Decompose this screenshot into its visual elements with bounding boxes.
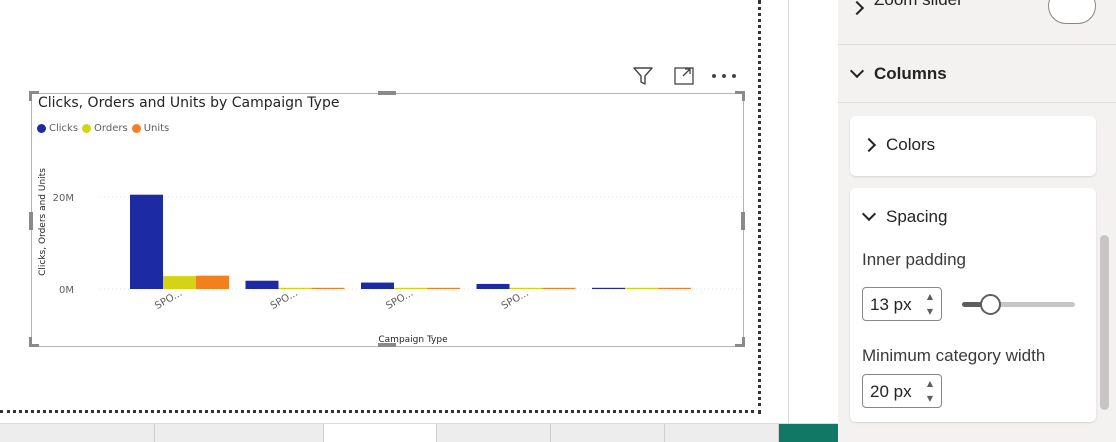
zoom-slider-section-header[interactable]: Zoom slider [849,0,963,22]
resize-handle-bottom-left-v[interactable] [29,337,32,347]
y-axis-title: Clicks, Orders and Units [38,168,48,276]
bar-orders [509,287,543,289]
divider [838,102,1116,103]
bar-clicks [476,283,510,289]
more-options-icon[interactable] [711,64,737,88]
bar-orders [163,276,196,289]
bar-orders [394,287,427,289]
spacing-label: Spacing [886,207,948,226]
bar-clicks [130,194,163,289]
min-category-width-input[interactable]: 20 px ▲ ▼ [862,374,942,408]
inner-padding-slider-thumb[interactable] [980,294,1001,315]
resize-handle-right[interactable] [741,212,745,230]
increment-arrow-icon[interactable]: ▲ [921,289,939,304]
page-tab[interactable] [155,424,324,442]
zoom-slider-toggle[interactable] [1048,0,1096,24]
page-tab[interactable] [0,424,155,442]
chevron-down-icon [849,63,865,79]
x-tick-label: SPO... [269,288,300,312]
decrement-arrow-icon[interactable]: ▼ [921,391,939,406]
bar-units [311,287,345,289]
colors-section-header[interactable]: Colors [861,135,936,155]
x-tick-label: SPO... [500,288,531,312]
page-tab[interactable] [437,424,551,442]
bar-clicks [245,280,279,289]
bar-orders [625,287,658,289]
decrement-arrow-icon[interactable]: ▼ [921,304,939,319]
filter-icon[interactable] [630,64,656,88]
inner-padding-label: Inner padding [862,250,966,269]
resize-handle-bottom-right-v[interactable] [742,337,745,347]
colors-card[interactable]: Colors [850,116,1096,176]
min-category-width-label: Minimum category width [862,346,1046,365]
y-tick-label: 20M [53,193,74,204]
chart-plot: 0M20MSPO... SPO... SPO... SPO...Campaign Ty… [38,168,742,345]
page-boundary-right [758,0,761,414]
page-tab-active[interactable] [324,424,437,442]
increment-arrow-icon[interactable]: ▲ [921,376,939,391]
bar-units [427,287,460,289]
canvas-pane-divider [788,0,789,423]
inner-padding-value: 13 px [870,295,912,314]
chevron-right-icon [849,0,865,16]
bar-orders [278,287,312,289]
resize-handle-top-right-v[interactable] [742,91,745,101]
columns-label: Columns [874,64,947,83]
format-pane-scrollbar[interactable] [1100,235,1109,410]
bar-clicks [592,287,625,289]
chevron-down-icon [861,206,877,222]
clustered-column-chart-visual[interactable]: Clicks, Orders and Units by Campaign Typ… [29,91,745,347]
report-canvas: Clicks, Orders and Units by Campaign Typ… [0,0,790,442]
resize-handle-top[interactable] [378,91,396,95]
page-tabs-bar [0,423,838,442]
page-tab[interactable] [665,424,779,442]
new-page-button[interactable] [779,424,838,442]
format-pane: Zoom slider Columns Colors Spacing Inner… [838,0,1116,442]
bar-units [196,275,229,289]
columns-section-header[interactable]: Columns [849,63,947,84]
inner-padding-input[interactable]: 13 px ▲ ▼ [862,287,942,321]
page-boundary-bottom [0,410,761,413]
x-tick-label: SPO... [153,288,184,312]
bar-units [542,287,576,289]
page-tab[interactable] [551,424,665,442]
y-tick-label: 0M [59,285,74,296]
min-category-width-value: 20 px [870,382,912,401]
colors-label: Colors [886,135,936,154]
zoom-slider-label: Zoom slider [874,0,963,10]
spacing-section-header[interactable]: Spacing [861,206,948,227]
x-tick-label: SPO... [384,288,415,312]
resize-handle-top-left-v[interactable] [29,91,32,101]
resize-handle-left[interactable] [29,212,33,230]
resize-handle-bottom[interactable] [378,343,396,347]
focus-mode-icon[interactable] [671,64,697,88]
bar-units [658,287,691,289]
divider [838,44,1116,45]
bar-clicks [361,282,394,289]
chevron-right-icon [861,137,877,153]
